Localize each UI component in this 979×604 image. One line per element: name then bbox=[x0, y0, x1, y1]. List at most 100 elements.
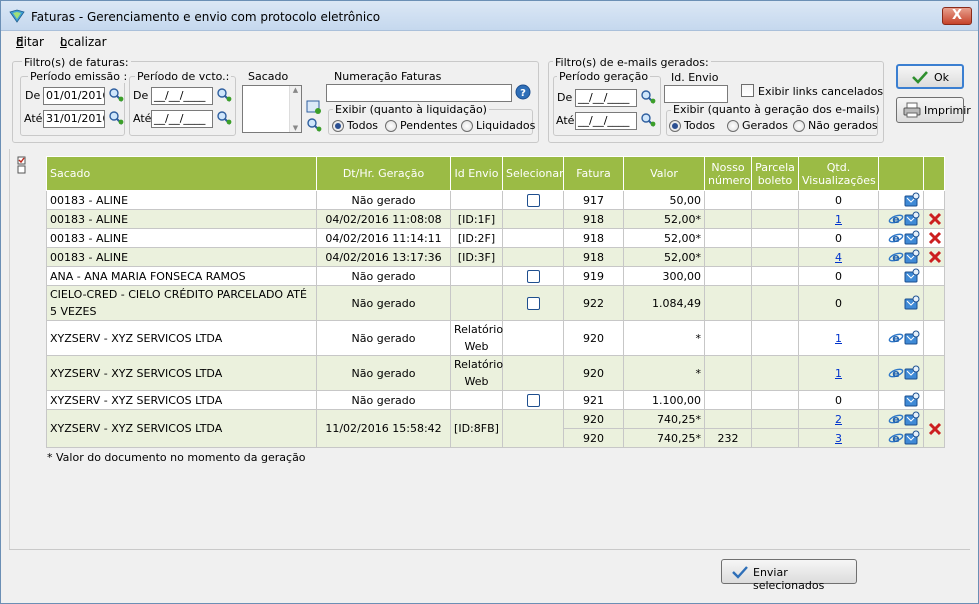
id-envio-input[interactable] bbox=[664, 85, 728, 103]
select-checkbox[interactable] bbox=[526, 296, 540, 310]
col-selecionar[interactable]: Selecionar bbox=[502, 156, 564, 191]
close-button[interactable]: X bbox=[942, 7, 972, 25]
cell-qtd: 0 bbox=[798, 266, 879, 286]
invoice-numbering-input[interactable] bbox=[326, 84, 512, 102]
help-icon[interactable]: ? bbox=[515, 84, 531, 100]
send-email-icon[interactable] bbox=[904, 249, 920, 265]
col-sacado[interactable]: Sacado bbox=[46, 156, 317, 191]
views-link[interactable]: 3 bbox=[835, 432, 842, 445]
send-email-icon[interactable] bbox=[904, 211, 920, 227]
table-row[interactable]: XYZSERV - XYZ SERVICOS LTDA Não gerado Rel… bbox=[46, 320, 945, 356]
table-row[interactable]: 00183 - ALINE 04/02/2016 11:14:11 [ID:2F] 9… bbox=[46, 228, 945, 248]
svg-text:e: e bbox=[892, 232, 899, 245]
radio-todos[interactable] bbox=[332, 120, 344, 132]
close-icon: X bbox=[951, 8, 963, 23]
delete-icon[interactable] bbox=[927, 249, 943, 265]
send-email-icon[interactable] bbox=[904, 295, 920, 311]
table-row[interactable]: 00183 - ALINE 04/02/2016 13:17:36 [ID:3F] 9… bbox=[46, 247, 945, 267]
cell-parcela bbox=[751, 409, 799, 429]
views-link[interactable]: 2 bbox=[835, 413, 842, 426]
views-link[interactable]: 1 bbox=[835, 213, 842, 226]
ie-browser-icon[interactable]: e bbox=[888, 230, 904, 246]
delete-icon[interactable] bbox=[927, 421, 943, 437]
table-row[interactable]: XYZSERV - XYZ SERVICOS LTDA Não gerado Rel… bbox=[46, 355, 945, 391]
send-email-icon[interactable] bbox=[904, 365, 920, 381]
ie-browser-icon[interactable]: e bbox=[888, 249, 904, 265]
ie-browser-icon[interactable]: e bbox=[888, 430, 904, 446]
select-all-icon[interactable] bbox=[17, 156, 27, 174]
col-fatura[interactable]: Fatura bbox=[563, 156, 624, 191]
table-row[interactable]: XYZSERV - XYZ SERVICOS LTDA 11/02/2016 15… bbox=[46, 409, 945, 448]
views-link[interactable]: 1 bbox=[835, 367, 842, 380]
send-email-icon[interactable] bbox=[904, 392, 920, 408]
cell-qtd[interactable]: 3 bbox=[798, 428, 879, 448]
select-checkbox[interactable] bbox=[526, 193, 540, 207]
cell-qtd[interactable]: 1 bbox=[798, 209, 879, 229]
table-row[interactable]: 00183 - ALINE 04/02/2016 11:08:08 [ID:1F] 9… bbox=[46, 209, 945, 229]
radio-liquidados[interactable] bbox=[461, 120, 473, 132]
col-qtd-visualizacoes[interactable]: Qtd. Visualizações bbox=[798, 156, 879, 191]
cell-fatura: 922 bbox=[563, 285, 624, 321]
emission-from-input[interactable]: 01/01/2016 bbox=[43, 87, 105, 105]
gen-to-input[interactable]: __/__/____ bbox=[575, 112, 637, 130]
scroll-down-icon[interactable]: ▼ bbox=[290, 124, 301, 132]
table-row[interactable]: XYZSERV - XYZ SERVICOS LTDA Não gerado 921… bbox=[46, 390, 945, 410]
send-email-icon[interactable] bbox=[904, 330, 920, 346]
radio-pendentes[interactable] bbox=[385, 120, 397, 132]
col-nosso-numero[interactable]: Nosso número bbox=[704, 156, 752, 191]
col-dt-geracao[interactable]: Dt/Hr. Geração bbox=[316, 156, 451, 191]
search-icon[interactable] bbox=[306, 117, 322, 133]
scroll-up-icon[interactable]: ▲ bbox=[290, 86, 301, 94]
sacado-list[interactable]: ▲ ▼ bbox=[242, 85, 302, 133]
send-email-icon[interactable] bbox=[904, 411, 920, 427]
radio-nao-gerados[interactable] bbox=[793, 120, 805, 132]
calendar-search-icon[interactable] bbox=[640, 89, 656, 105]
ie-browser-icon[interactable]: e bbox=[888, 330, 904, 346]
calendar-search-icon[interactable] bbox=[640, 112, 656, 128]
sacado-scrollbar[interactable]: ▲ ▼ bbox=[289, 86, 301, 132]
cell-selecionar bbox=[502, 228, 564, 248]
send-email-icon[interactable] bbox=[904, 192, 920, 208]
send-email-icon[interactable] bbox=[904, 268, 920, 284]
add-search-icon[interactable] bbox=[306, 99, 322, 115]
cell-qtd[interactable]: 4 bbox=[798, 247, 879, 267]
col-valor[interactable]: Valor bbox=[623, 156, 705, 191]
print-button[interactable]: Imprimir bbox=[896, 97, 971, 123]
ie-browser-icon[interactable]: e bbox=[888, 365, 904, 381]
table-row[interactable]: 00183 - ALINE Não gerado 917 50,00 0 bbox=[46, 190, 945, 210]
ie-browser-icon[interactable]: e bbox=[888, 211, 904, 227]
cell-qtd[interactable]: 1 bbox=[798, 320, 879, 356]
calendar-search-icon[interactable] bbox=[216, 110, 232, 126]
footnote: * Valor do documento no momento da geraç… bbox=[47, 451, 306, 464]
calendar-search-icon[interactable] bbox=[108, 110, 124, 126]
table-row[interactable]: ANA - ANA MARIA FONSECA RAMOS Não gerado 9… bbox=[46, 266, 945, 286]
due-to-input[interactable]: __/__/____ bbox=[151, 110, 213, 128]
delete-icon[interactable] bbox=[927, 211, 943, 227]
table-row[interactable]: CIELO-CRED - CIELO CRÉDITO PARCELADO ATÉ… bbox=[46, 285, 945, 321]
cell-nosso-numero bbox=[704, 228, 752, 248]
select-checkbox[interactable] bbox=[526, 393, 540, 407]
check-icon bbox=[912, 71, 928, 84]
send-email-icon[interactable] bbox=[904, 230, 920, 246]
radio-gen-todos[interactable] bbox=[669, 120, 681, 132]
ok-button[interactable]: Ok bbox=[896, 64, 964, 89]
send-email-icon[interactable] bbox=[904, 430, 920, 446]
delete-icon[interactable] bbox=[927, 230, 943, 246]
cell-delete bbox=[923, 190, 945, 210]
radio-gerados[interactable] bbox=[727, 120, 739, 132]
send-selected-button[interactable]: Enviar selecionados bbox=[721, 559, 857, 592]
emission-to-input[interactable]: 31/01/2016 bbox=[43, 110, 105, 128]
views-link[interactable]: 4 bbox=[835, 251, 842, 264]
cell-qtd[interactable]: 2 bbox=[798, 409, 879, 429]
views-link[interactable]: 1 bbox=[835, 332, 842, 345]
col-id-envio[interactable]: Id Envio bbox=[450, 156, 503, 191]
due-from-input[interactable]: __/__/____ bbox=[151, 87, 213, 105]
col-parcela-boleto[interactable]: Parcela boleto bbox=[751, 156, 799, 191]
select-checkbox[interactable] bbox=[526, 269, 540, 283]
calendar-search-icon[interactable] bbox=[216, 87, 232, 103]
ie-browser-icon[interactable]: e bbox=[888, 411, 904, 427]
gen-from-input[interactable]: __/__/____ bbox=[575, 89, 637, 107]
calendar-search-icon[interactable] bbox=[108, 87, 124, 103]
show-cancelled-links-checkbox[interactable] bbox=[741, 84, 754, 97]
cell-qtd[interactable]: 1 bbox=[798, 355, 879, 391]
